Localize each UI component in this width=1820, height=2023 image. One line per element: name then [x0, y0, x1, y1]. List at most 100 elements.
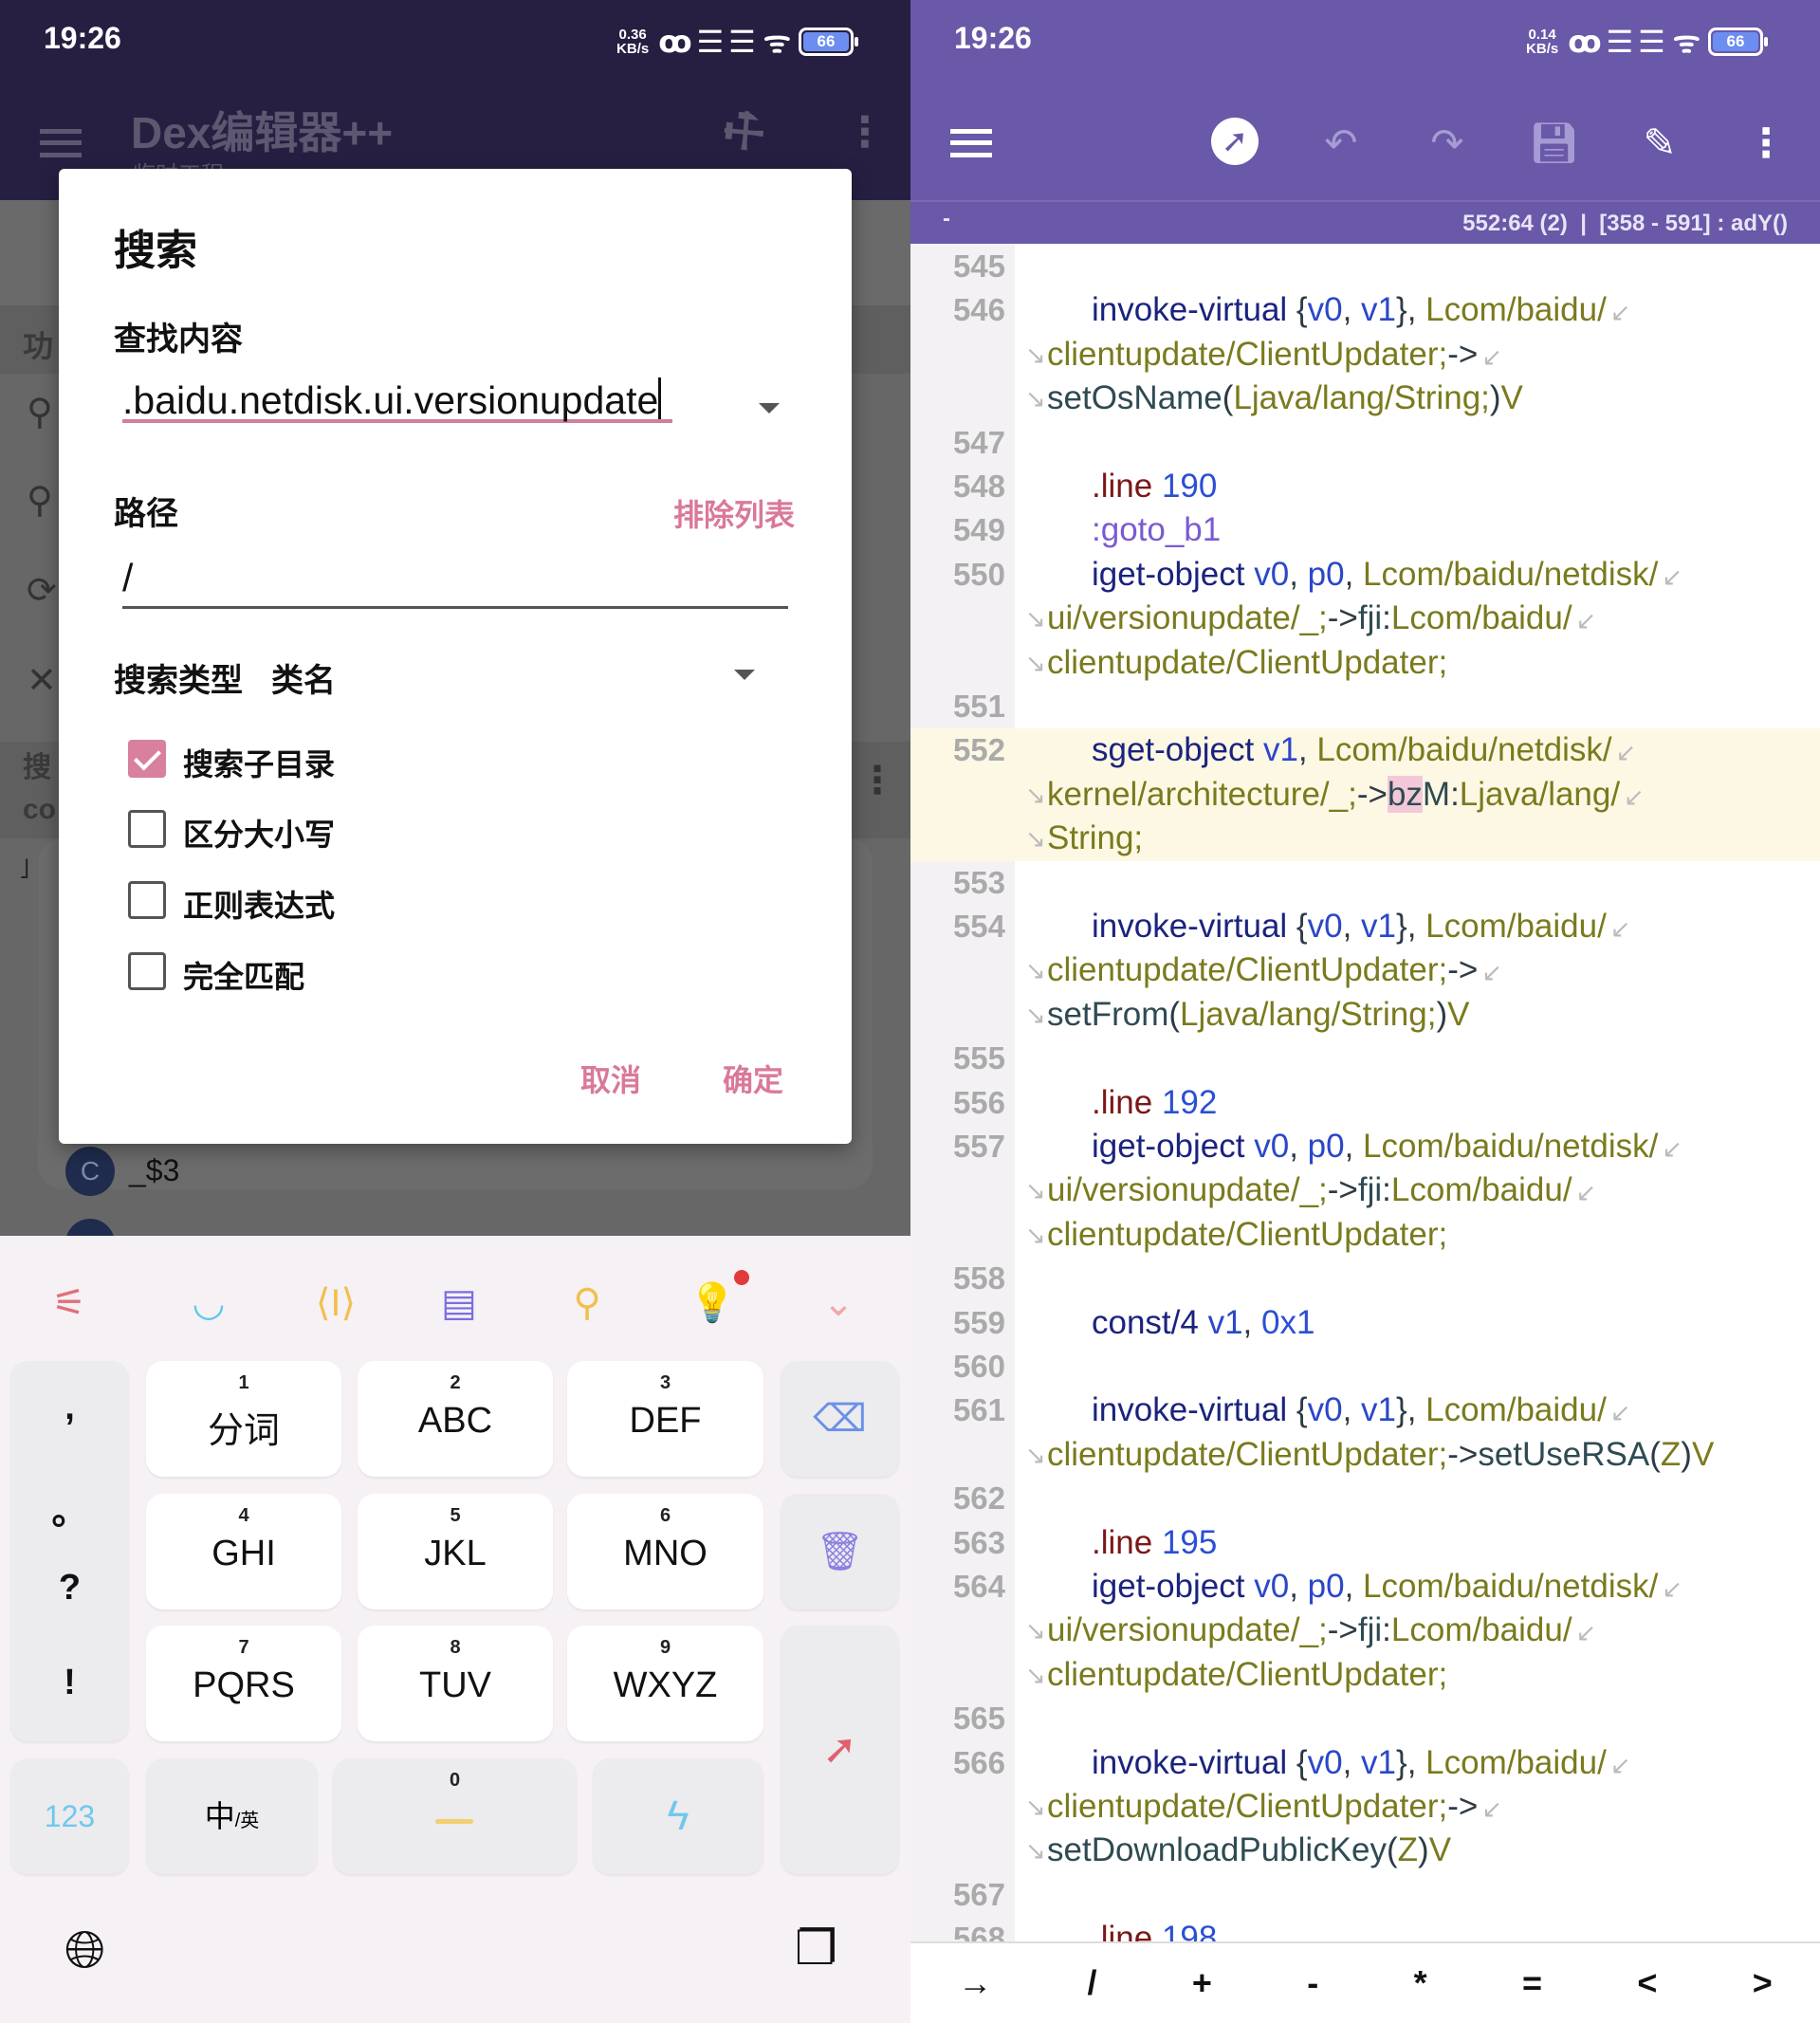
punctuation-list[interactable]: , 。 ? !: [10, 1361, 129, 1741]
code-line[interactable]: 555: [910, 1037, 1820, 1080]
code-line[interactable]: 558: [910, 1257, 1820, 1300]
menu-icon[interactable]: [950, 129, 992, 157]
code-line[interactable]: 551: [910, 685, 1820, 728]
cursor-move-icon[interactable]: ⟨I⟩: [311, 1278, 360, 1328]
more-icon[interactable]: ⋮: [1742, 120, 1790, 167]
code-row-continuation[interactable]: ↘ setDownloadPublicKey(Z)V: [910, 1829, 1820, 1872]
symbol-key[interactable]: =: [1522, 1963, 1542, 2003]
code-row-continuation[interactable]: ↘ clientupdate/ClientUpdater;: [910, 1653, 1820, 1697]
code-line[interactable]: 553: [910, 861, 1820, 905]
history-dropdown-icon[interactable]: [759, 403, 780, 414]
symbol-key[interactable]: *: [1414, 1963, 1427, 2003]
code-line[interactable]: 565: [910, 1697, 1820, 1740]
search-icon[interactable]: ⚲: [562, 1278, 612, 1328]
code-row-continuation[interactable]: ↘ kernel/architecture/_;->bzM:Ljava/lang/…: [910, 772, 1820, 818]
key-4[interactable]: 4 GHI: [146, 1494, 341, 1609]
chat-icon[interactable]: ▤: [434, 1278, 484, 1328]
key-2[interactable]: 2 ABC: [358, 1361, 553, 1477]
code-row-continuation[interactable]: ↘ clientupdate/ClientUpdater;->setUseRSA(…: [910, 1433, 1820, 1477]
find-input[interactable]: .baidu.netdisk.ui.versionupdate: [122, 377, 672, 423]
code-line[interactable]: 545: [910, 245, 1820, 288]
key-5[interactable]: 5 JKL: [358, 1494, 553, 1609]
symbol-key[interactable]: <: [1637, 1963, 1657, 2003]
clear-key[interactable]: 🗑: [781, 1494, 899, 1609]
redo-icon[interactable]: ↷: [1424, 120, 1471, 167]
punctuation-key[interactable]: ?: [10, 1568, 129, 1609]
code-line[interactable]: 546 invoke-virtual {v0, v1}, Lcom/baidu/↙: [910, 288, 1820, 332]
backspace-key[interactable]: ⌫: [781, 1361, 899, 1477]
code-row-continuation[interactable]: ↘ setOsName(Ljava/lang/String;)V: [910, 377, 1820, 420]
code-line[interactable]: 552 sget-object v1, Lcom/baidu/netdisk/↙: [910, 728, 1820, 773]
symbol-key[interactable]: >: [1753, 1963, 1773, 2003]
code-line[interactable]: 559 const/4 v1, 0x1: [910, 1301, 1820, 1345]
clipboard-icon[interactable]: ❐: [795, 1921, 837, 1976]
code-line[interactable]: 560: [910, 1345, 1820, 1389]
ok-button[interactable]: 确定: [723, 1057, 783, 1100]
compass-icon[interactable]: ➚: [1211, 118, 1259, 165]
globe-icon[interactable]: 🌐︎: [64, 1921, 105, 1980]
checkbox-exact-match[interactable]: [128, 952, 166, 990]
punctuation-key[interactable]: !: [10, 1663, 129, 1703]
space-key[interactable]: 0: [333, 1758, 577, 1874]
numeric-key[interactable]: 123: [10, 1758, 129, 1874]
code-row-continuation[interactable]: ↘ String;: [910, 817, 1820, 861]
quick-key[interactable]: ϟ: [593, 1758, 763, 1874]
symbol-key[interactable]: →: [958, 1963, 992, 2003]
checkbox-search-subdirs[interactable]: [128, 740, 166, 778]
exclude-list-link[interactable]: 排除列表: [673, 491, 795, 535]
punctuation-key[interactable]: 。: [10, 1482, 129, 1535]
list-item-name[interactable]: _$3: [129, 1153, 179, 1188]
symbol-key[interactable]: +: [1192, 1963, 1212, 2003]
code-line[interactable]: 566 invoke-virtual {v0, v1}, Lcom/baidu/↙: [910, 1741, 1820, 1785]
key-8[interactable]: 8 TUV: [358, 1626, 553, 1741]
checkbox-case-sensitive[interactable]: [128, 810, 166, 848]
emoji-icon[interactable]: ◡: [184, 1278, 233, 1328]
lightbulb-ad-icon[interactable]: 💡: [688, 1278, 737, 1328]
edit-pencil-icon[interactable]: ✎: [1636, 120, 1683, 167]
code-row-continuation[interactable]: ↘ clientupdate/ClientUpdater;-> ↙: [910, 1785, 1820, 1829]
more-icon[interactable]: ⋮: [844, 108, 886, 156]
code-line[interactable]: 564 iget-object v0, p0, Lcom/baidu/netdis…: [910, 1565, 1820, 1609]
code-line[interactable]: 556 .line 192: [910, 1081, 1820, 1125]
code-editor[interactable]: 545 546 invoke-virtual {v0, v1}, Lcom/baid…: [910, 245, 1820, 1941]
code-line[interactable]: 548 .line 190: [910, 465, 1820, 508]
search-type-select[interactable]: 类名: [271, 654, 336, 701]
code-row-continuation[interactable]: ↘ ui/versionupdate/_;->fji:Lcom/baidu/↙: [910, 597, 1820, 640]
code-line[interactable]: 549:goto_b1: [910, 508, 1820, 552]
path-input[interactable]: /: [122, 556, 788, 609]
code-line[interactable]: 563 .line 195: [910, 1521, 1820, 1565]
symbol-key[interactable]: -: [1307, 1963, 1318, 2003]
key-7[interactable]: 7 PQRS: [146, 1626, 341, 1741]
hammer-icon[interactable]: ⚒: [710, 97, 779, 166]
cursor-key[interactable]: ➚: [781, 1626, 899, 1874]
menu-icon[interactable]: [40, 129, 82, 157]
symbol-key[interactable]: /: [1088, 1963, 1097, 2003]
code-row-continuation[interactable]: ↘ clientupdate/ClientUpdater;-> ↙: [910, 948, 1820, 992]
checkbox-regex[interactable]: [128, 881, 166, 919]
collapse-chevron-icon[interactable]: ⌄: [814, 1278, 863, 1328]
code-line[interactable]: 550 iget-object v0, p0, Lcom/baidu/netdis…: [910, 553, 1820, 597]
code-row-continuation[interactable]: ↘ ui/versionupdate/_;->fji:Lcom/baidu/↙: [910, 1168, 1820, 1212]
key-6[interactable]: 6 MNO: [567, 1494, 763, 1609]
settings-sliders-icon[interactable]: ⚟: [45, 1278, 94, 1328]
code-row-continuation[interactable]: ↘ clientupdate/ClientUpdater;-> ↙: [910, 333, 1820, 377]
language-toggle-key[interactable]: 中/英: [146, 1758, 318, 1874]
code-line[interactable]: 568 .line 198: [910, 1917, 1820, 1941]
key-9[interactable]: 9 WXYZ: [567, 1626, 763, 1741]
code-row-continuation[interactable]: ↘ ui/versionupdate/_;->fji:Lcom/baidu/↙: [910, 1609, 1820, 1652]
punctuation-key[interactable]: ,: [10, 1388, 129, 1428]
code-line[interactable]: 561 invoke-virtual {v0, v1}, Lcom/baidu/↙: [910, 1389, 1820, 1432]
code-line[interactable]: 557 iget-object v0, p0, Lcom/baidu/netdis…: [910, 1125, 1820, 1168]
code-row-continuation[interactable]: ↘ setFrom(Ljava/lang/String;)V: [910, 993, 1820, 1037]
cancel-button[interactable]: 取消: [580, 1057, 641, 1100]
code-line[interactable]: 562: [910, 1477, 1820, 1520]
code-row-continuation[interactable]: ↘ clientupdate/ClientUpdater;: [910, 641, 1820, 685]
code-line[interactable]: 554 invoke-virtual {v0, v1}, Lcom/baidu/↙: [910, 905, 1820, 948]
undo-icon[interactable]: ↶: [1317, 120, 1365, 167]
key-3[interactable]: 3 DEF: [567, 1361, 763, 1477]
code-line[interactable]: 567: [910, 1873, 1820, 1917]
code-line[interactable]: 547: [910, 421, 1820, 465]
code-row-continuation[interactable]: ↘ clientupdate/ClientUpdater;: [910, 1213, 1820, 1257]
search-type-dropdown-icon[interactable]: [734, 670, 755, 680]
save-icon[interactable]: 💾︎: [1529, 120, 1579, 167]
